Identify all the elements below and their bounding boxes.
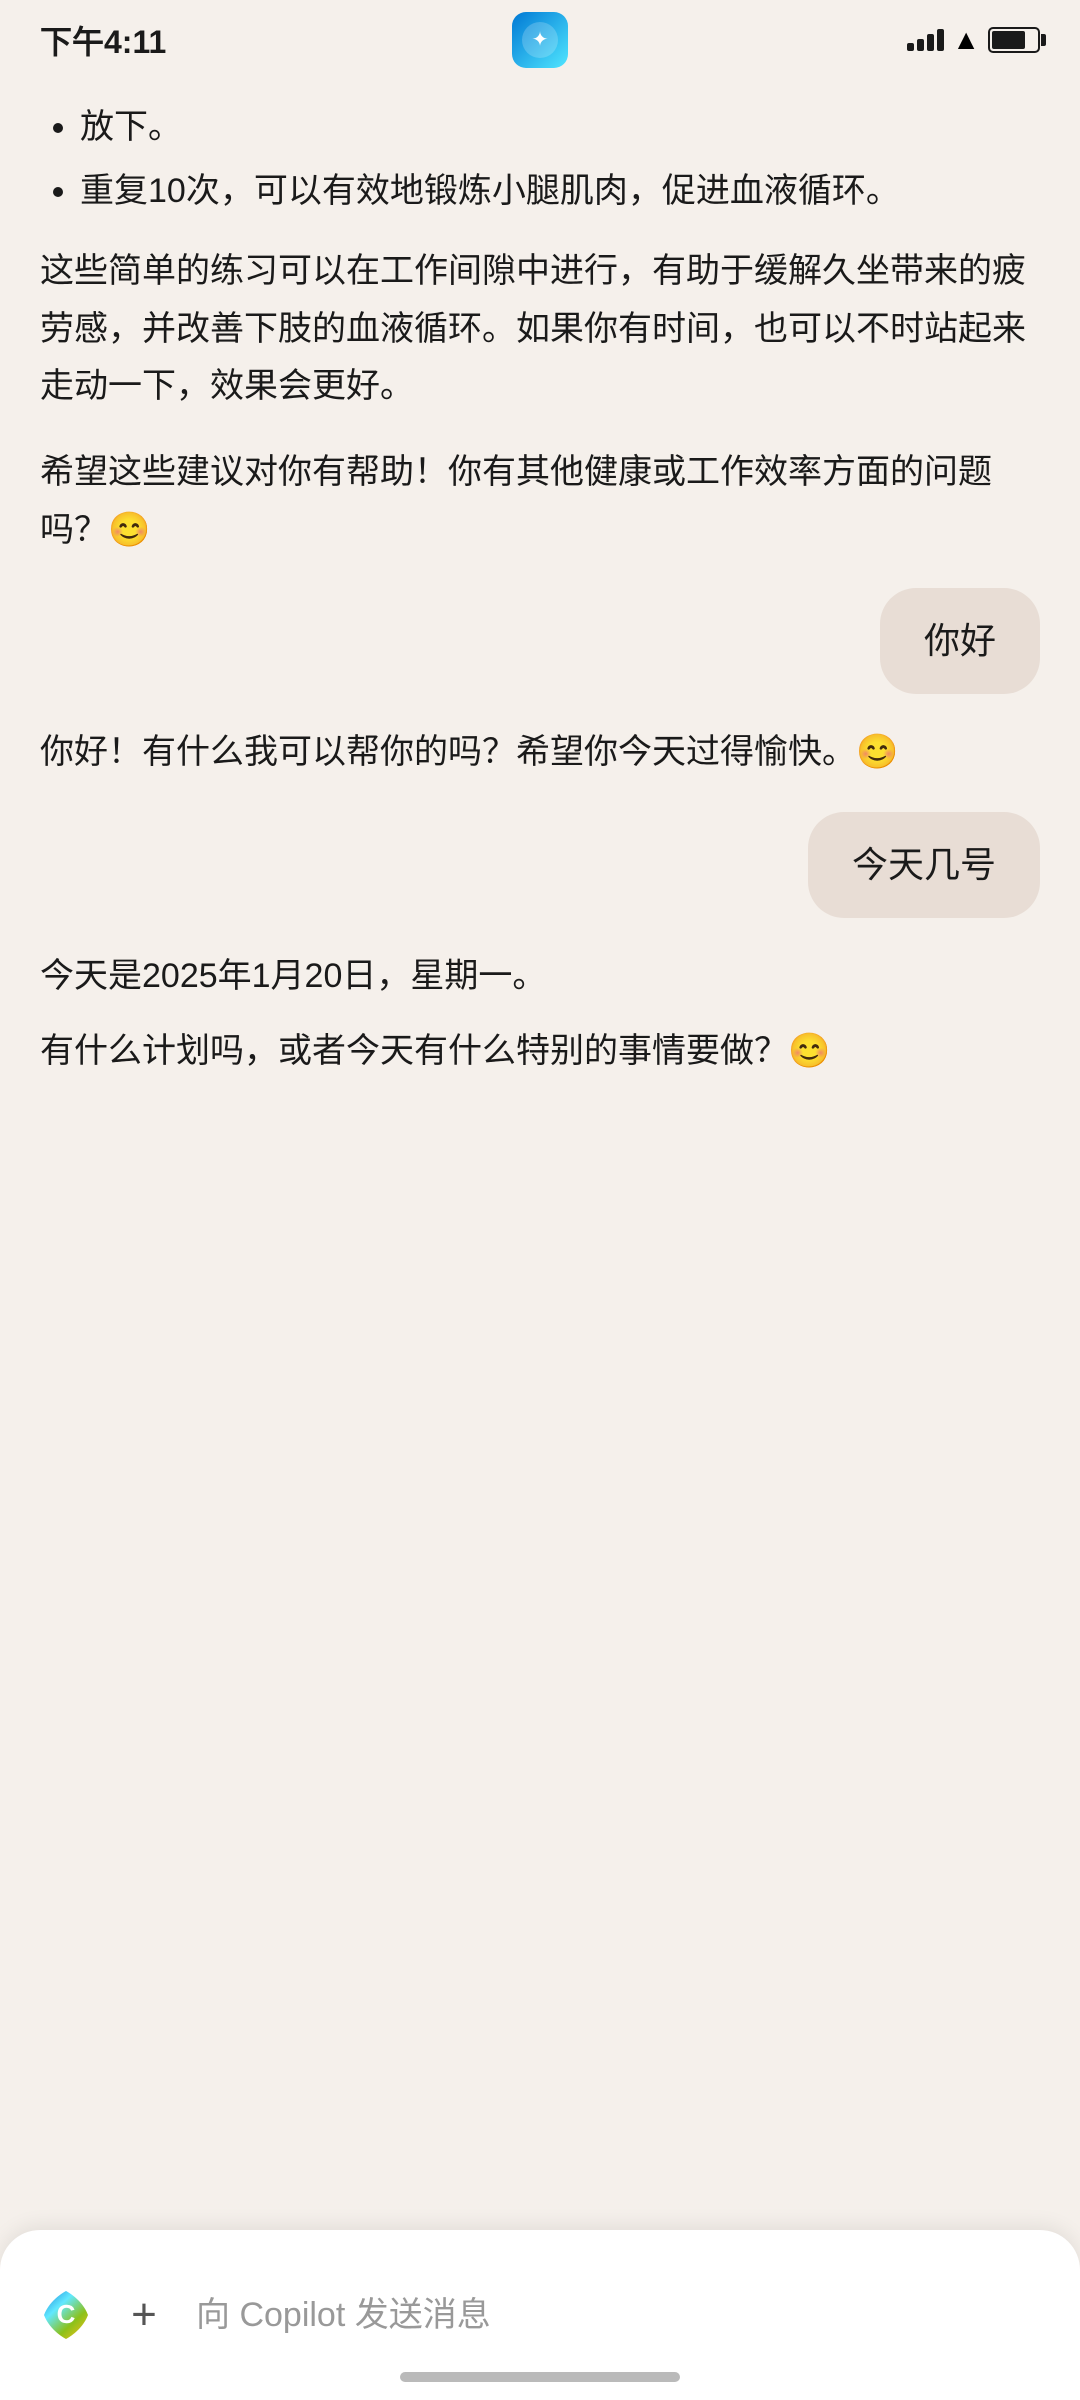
copilot-logo: C [30,2279,102,2351]
svg-text:✦: ✦ [532,29,549,51]
ai-message-1: 这些简单的练习可以在工作间隙中进行，有助于缓解久坐带来的疲劳感，并改善下肢的血液… [40,243,1040,416]
bullet-list: 放下。 重复10次，可以有效地锻炼小腿肌肉，促进血液循环。 [40,100,1040,219]
ai-message-2: 希望这些建议对你有帮助！你有其他健康或工作效率方面的问题吗？😊 [40,444,1040,560]
ai-reply-1: 你好！有什么我可以帮你的吗？希望你今天过得愉快。😊 [40,724,1040,782]
chat-area: 放下。 重复10次，可以有效地锻炼小腿肌肉，促进血液循环。 这些简单的练习可以在… [0,80,1080,2230]
battery-icon [988,27,1040,53]
plus-icon: + [131,2290,157,2340]
ai-reply-2-line2: 有什么计划吗，或者今天有什么特别的事情要做？😊 [40,1023,1040,1081]
ai-reply-2-line1: 今天是2025年1月20日，星期一。 [40,948,1040,1006]
status-bar: 下午4:11 ✦ ▲ [0,0,1080,80]
status-time: 下午4:11 [40,17,166,63]
home-indicator [400,2372,680,2382]
wifi-icon: ▲ [952,24,980,56]
user-message-2-wrapper: 今天几号 [40,812,1040,918]
user-bubble-2: 今天几号 [808,812,1040,918]
add-button[interactable]: + [112,2283,176,2347]
status-icons: ▲ [907,24,1040,56]
svg-text:C: C [57,2299,76,2329]
ai-reply-2-wrapper: 今天是2025年1月20日，星期一。 有什么计划吗，或者今天有什么特别的事情要做… [40,948,1040,1082]
message-input[interactable]: 向 Copilot 发送消息 [196,2290,1050,2341]
bullet-item-2: 重复10次，可以有效地锻炼小腿肌肉，促进血液循环。 [80,164,1040,218]
ai-reply-1-wrapper: 你好！有什么我可以帮你的吗？希望你今天过得愉快。😊 [40,724,1040,782]
user-message-1-wrapper: 你好 [40,588,1040,694]
signal-icon [907,29,944,51]
ai-partial-message: 放下。 重复10次，可以有效地锻炼小腿肌肉，促进血液循环。 [40,100,1040,219]
user-bubble-1: 你好 [880,588,1040,694]
bullet-item-1: 放下。 [80,100,1040,154]
app-icon: ✦ [512,12,568,68]
